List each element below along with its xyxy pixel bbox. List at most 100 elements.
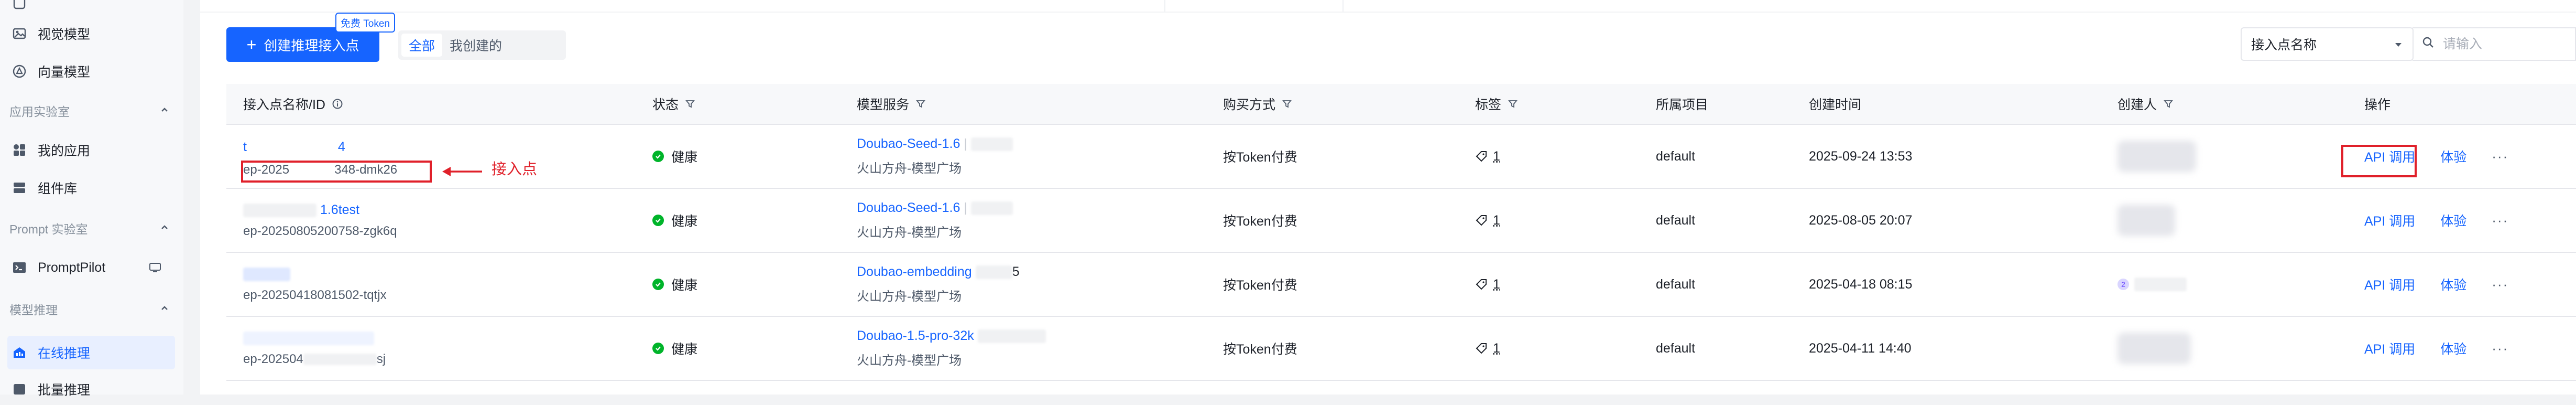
api-call-button[interactable]: API 调用 <box>2364 275 2415 294</box>
try-button[interactable]: 体验 <box>2440 339 2466 358</box>
model-source: 火山方舟-模型广场 <box>857 290 962 304</box>
sidebar-item-partial[interactable] <box>7 0 175 19</box>
image-icon <box>10 25 28 42</box>
created-cell: 2025-08-05 20:07 <box>1809 212 1913 228</box>
try-button[interactable]: 体验 <box>2440 147 2466 166</box>
avatar <box>2117 333 2191 364</box>
col-creator: 创建人 <box>2117 84 2174 124</box>
model-link[interactable]: Doubao-1.5-pro-32k <box>857 328 974 343</box>
endpoint-id-head: ep-202504 <box>243 351 303 366</box>
tag-count[interactable]: 1 <box>1475 149 1500 164</box>
model-link[interactable]: Doubao-Seed-1.6 <box>857 200 960 215</box>
sidebar-item-label: 组件库 <box>38 182 78 196</box>
tag-count[interactable]: 1 <box>1475 213 1500 228</box>
tag-count[interactable]: 1 <box>1475 277 1500 292</box>
redacted-region <box>2134 278 2187 291</box>
status-text: 健康 <box>671 342 698 357</box>
filter-icon[interactable] <box>1508 99 1518 109</box>
sidebar-item-batch-inference[interactable]: 批量推理 <box>7 374 175 405</box>
sidebar-item-online-inference[interactable]: 在线推理 <box>7 336 175 369</box>
col-name-label: 接入点名称/ID <box>243 98 325 112</box>
sidebar-group-label: 应用实验室 <box>9 105 70 119</box>
sidebar-item-components[interactable]: 组件库 <box>7 172 175 204</box>
terminal-icon <box>10 259 28 276</box>
more-icon[interactable]: ··· <box>2492 276 2508 293</box>
project-cell: default <box>1656 340 1696 356</box>
filter-mine-button[interactable]: 我创建的 <box>442 34 509 57</box>
col-created-label: 创建时间 <box>1809 98 1862 112</box>
tag-icon <box>1475 150 1488 163</box>
sidebar-item-vision-model[interactable]: 视觉模型 <box>7 18 175 49</box>
status-badge: 健康 <box>652 339 697 358</box>
tag-count-text: 1 <box>1493 276 1500 292</box>
status-cell: 健康 <box>652 125 697 188</box>
tags-cell: 1 <box>1475 317 1500 380</box>
endpoint-name-link[interactable]: 1.6test <box>243 202 397 218</box>
search-field-select[interactable]: 接入点名称 <box>2241 27 2414 61</box>
more-icon[interactable]: ··· <box>2492 148 2508 165</box>
col-status-label: 状态 <box>652 98 679 112</box>
table-row: ep-202504 sj 健康 Doubao-1.5-pro-32k 火山方舟-模… <box>226 317 2576 381</box>
filter-icon[interactable] <box>915 99 926 109</box>
redacted-region <box>243 331 374 345</box>
annotation-box-endpoint-id <box>241 161 432 183</box>
sidebar-group-prompt-lab[interactable]: Prompt 实验室 <box>7 215 175 241</box>
tags-cell: 1 <box>1475 189 1500 252</box>
col-tags: 标签 <box>1475 84 1518 124</box>
api-call-button[interactable]: API 调用 <box>2364 339 2415 358</box>
redacted-region <box>243 267 290 281</box>
tags-cell: 1 <box>1475 125 1500 188</box>
endpoint-name-link[interactable]: t 4 <box>243 135 397 155</box>
endpoint-id-tail: sj <box>376 351 386 366</box>
table-row: 1.6test ep-20250805200758-zgk6q 健康 Douba… <box>226 189 2576 253</box>
col-ops: 操作 <box>2364 84 2391 124</box>
avatar <box>2117 205 2175 236</box>
try-button[interactable]: 体验 <box>2440 275 2466 294</box>
model-link[interactable]: Doubao-embedding <box>857 264 972 279</box>
redacted-region <box>975 265 1012 280</box>
more-icon[interactable]: ··· <box>2492 340 2508 357</box>
annotation-label: 接入点 <box>492 161 538 178</box>
monitor-icon[interactable] <box>149 262 161 273</box>
sidebar-item-my-apps[interactable]: 我的应用 <box>7 134 175 166</box>
avatar: 2 <box>2117 279 2129 290</box>
try-button[interactable]: 体验 <box>2440 211 2466 230</box>
search-input[interactable] <box>2442 36 2549 52</box>
endpoint-name-link[interactable] <box>243 331 386 346</box>
tag-count[interactable]: 1 <box>1475 341 1500 356</box>
creator-cell <box>2117 189 2175 252</box>
model-cell: Doubao-Seed-1.6 | 火山方舟-模型广场 <box>857 189 1013 252</box>
endpoint-name-link[interactable] <box>243 267 387 282</box>
sidebar-item-promptpilot[interactable]: PromptPilot <box>7 252 175 283</box>
ops-cell: API 调用 体验 ··· <box>2364 317 2508 380</box>
annotation-box-api-call <box>2341 145 2417 177</box>
info-icon[interactable] <box>332 98 343 110</box>
filter-all-button[interactable]: 全部 <box>401 34 443 57</box>
sidebar-group-app-lab[interactable]: 应用实验室 <box>7 98 175 124</box>
creator-cell <box>2117 125 2196 188</box>
chevron-up-icon <box>159 104 170 118</box>
filter-icon[interactable] <box>1282 99 1292 109</box>
endpoint-name-cell: ep-202504 sj <box>243 317 386 380</box>
creator-cell <box>2117 317 2191 380</box>
sidebar-group-model-inference[interactable]: 模型推理 <box>7 296 175 322</box>
ops-cell: API 调用 体验 ··· <box>2364 253 2508 316</box>
redacted-region <box>970 201 1013 216</box>
table-row: t 4 ep-2025 348-dmk26 健康 Doubao-Seed-1.6 … <box>226 125 2576 189</box>
annotation-arrow-icon <box>442 167 482 176</box>
model-source: 火山方舟-模型广场 <box>857 354 962 368</box>
api-call-button[interactable]: API 调用 <box>2364 211 2415 230</box>
model-link[interactable]: Doubao-Seed-1.6 <box>857 136 960 151</box>
col-created: 创建时间 <box>1809 84 1861 124</box>
top-summary-strip <box>200 0 2576 13</box>
filter-icon[interactable] <box>685 99 695 109</box>
sidebar-group-label: 模型推理 <box>9 303 58 317</box>
col-project: 所属项目 <box>1656 84 1708 124</box>
sidebar-item-vector-model[interactable]: 向量模型 <box>7 56 175 87</box>
col-model-label: 模型服务 <box>857 98 910 112</box>
tag-icon <box>1475 342 1488 355</box>
more-icon[interactable]: ··· <box>2492 212 2508 229</box>
col-tags-label: 标签 <box>1475 98 1502 112</box>
sidebar-item-label: 视觉模型 <box>38 27 91 42</box>
filter-icon[interactable] <box>2163 99 2174 109</box>
